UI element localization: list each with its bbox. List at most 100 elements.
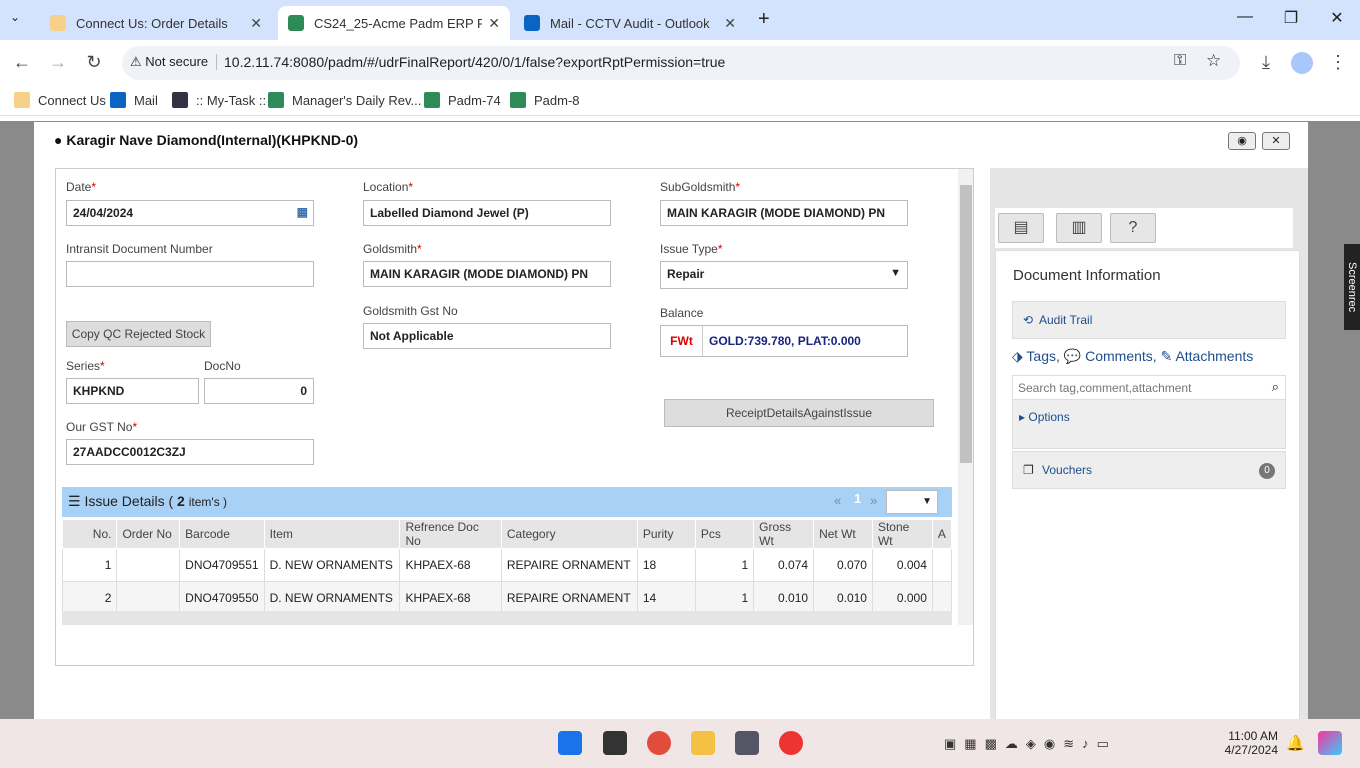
- col-purity[interactable]: Purity: [636, 519, 696, 549]
- copy-qc-rejected-stock-button[interactable]: Copy QC Rejected Stock: [66, 321, 211, 347]
- forward-icon[interactable]: →: [46, 52, 70, 73]
- system-tray-icons[interactable]: ▣▦▩☁◈◉≋♪▭: [944, 736, 1117, 752]
- reload-icon[interactable]: ↻: [82, 52, 106, 73]
- subgoldsmith-input[interactable]: MAIN KARAGIR (MODE DIAMOND) PN: [660, 200, 908, 226]
- camera-app-icon[interactable]: [735, 731, 759, 755]
- series-input[interactable]: KHPKND: [66, 378, 199, 404]
- page-number[interactable]: 1: [854, 491, 861, 506]
- cell-pcs: 1: [694, 548, 755, 582]
- copilot-icon[interactable]: [1318, 731, 1342, 755]
- sticky-notes-icon[interactable]: [603, 731, 627, 755]
- not-secure-badge[interactable]: ⚠ Not secure: [130, 54, 218, 70]
- book-tab[interactable]: ▥: [1056, 213, 1102, 243]
- windows-taskbar: [0, 719, 1360, 768]
- date-input[interactable]: 24/04/2024 ▦: [66, 200, 314, 226]
- issue-details-header: ☰ Issue Details ( 2 item's ) « 1 » ▼: [62, 487, 952, 517]
- clock[interactable]: 11:00 AM 4/27/2024: [1216, 729, 1278, 757]
- notification-bell-icon[interactable]: 🔔: [1286, 734, 1305, 752]
- prev-page-button[interactable]: «: [834, 493, 841, 508]
- col-reference-doc-no[interactable]: Refrence Doc No: [399, 519, 502, 549]
- bookmark-star-icon[interactable]: ☆: [1206, 51, 1221, 71]
- windows-start-icon[interactable]: [558, 731, 582, 755]
- attachments-link[interactable]: Attachments: [1175, 348, 1253, 364]
- bookmark-connect-us[interactable]: Connect Us: [14, 92, 106, 108]
- tags-link[interactable]: Tags,: [1026, 348, 1059, 364]
- close-window-icon[interactable]: ✕: [1322, 8, 1352, 28]
- tab-padm-erp[interactable]: CS24_25-Acme Padm ERP Platfo ✕: [278, 6, 510, 40]
- screenrec-tab[interactable]: Screenrec: [1344, 244, 1360, 330]
- scrollbar-thumb[interactable]: [960, 185, 972, 463]
- tab-title: CS24_25-Acme Padm ERP Platfo: [314, 15, 483, 31]
- options-toggle[interactable]: ▸ Options: [1019, 410, 1070, 424]
- issue-type-select[interactable]: Repair ▼: [660, 261, 908, 289]
- balance-label: Balance: [660, 306, 704, 320]
- cell-reference-doc-no: KHPAEX-68: [399, 548, 502, 582]
- our-gst-input[interactable]: 27AADCC0012C3ZJ: [66, 439, 314, 465]
- tab-connect-us[interactable]: Connect Us: Order Details ✕: [40, 6, 272, 40]
- restore-icon[interactable]: ❐: [1276, 8, 1306, 28]
- close-tab-icon[interactable]: ✕: [488, 15, 500, 32]
- col-barcode[interactable]: Barcode: [179, 519, 265, 549]
- location-input[interactable]: Labelled Diamond Jewel (P): [363, 200, 611, 226]
- help-tab[interactable]: ?: [1110, 213, 1156, 243]
- new-tab-icon[interactable]: +: [758, 8, 770, 31]
- bookmark-padm-74[interactable]: Padm-74: [424, 92, 501, 108]
- tab-outlook[interactable]: Mail - CCTV Audit - Outlook ✕: [514, 6, 746, 40]
- goldsmith-gst-input[interactable]: Not Applicable: [363, 323, 611, 349]
- bookmark-my-task[interactable]: :: My-Task ::: [172, 92, 266, 108]
- col-stone-wt[interactable]: Stone Wt: [871, 519, 933, 549]
- calendar-icon[interactable]: ▦: [297, 205, 308, 219]
- back-icon[interactable]: ←: [10, 52, 34, 73]
- audit-trail-item[interactable]: ⟲ Audit Trail: [1012, 301, 1286, 339]
- next-page-button[interactable]: »: [870, 493, 877, 508]
- visibility-toggle-button[interactable]: ◉: [1228, 132, 1256, 150]
- docno-input[interactable]: 0: [204, 378, 314, 404]
- search-icon[interactable]: ⌕: [1272, 379, 1279, 395]
- col-net-wt[interactable]: Net Wt: [813, 519, 873, 549]
- col-pcs[interactable]: Pcs: [694, 519, 755, 549]
- browser-tab-bar: ⌄ Connect Us: Order Details ✕ CS24_25-Ac…: [0, 0, 1360, 40]
- bookmark-managers-daily[interactable]: Manager's Daily Rev...: [268, 92, 421, 108]
- key-icon[interactable]: ⚿: [1174, 52, 1186, 70]
- menu-kebab-icon[interactable]: ⋮: [1326, 52, 1350, 73]
- table-row[interactable]: 1 DNO4709551 D. NEW ORNAMENTS KHPAEX-68 …: [61, 548, 953, 582]
- document-info-tab[interactable]: ▤: [998, 213, 1044, 243]
- page-size-select[interactable]: ▼: [886, 490, 938, 514]
- col-order-no[interactable]: Order No: [116, 519, 181, 549]
- cell-no: 1: [61, 548, 118, 582]
- omnibox[interactable]: ⚠ Not secure 10.2.11.74:8080/padm/#/udrF…: [122, 46, 1240, 80]
- table-row[interactable]: 2 DNO4709550 D. NEW ORNAMENTS KHPAEX-68 …: [61, 581, 953, 615]
- col-a[interactable]: A: [931, 519, 953, 549]
- cell-net-wt: 0.070: [813, 548, 873, 582]
- bookmark-mail[interactable]: Mail: [110, 92, 158, 108]
- tab-list-icon[interactable]: ⌄: [10, 10, 20, 24]
- cell-item: D. NEW ORNAMENTS: [263, 581, 401, 615]
- intransit-input[interactable]: [66, 261, 314, 287]
- vouchers-item[interactable]: ❐ Vouchers 0: [1012, 451, 1286, 489]
- file-explorer-icon[interactable]: [691, 731, 715, 755]
- chevron-down-icon: ▼: [890, 267, 901, 279]
- col-no[interactable]: No.: [61, 519, 118, 549]
- col-category[interactable]: Category: [500, 519, 638, 549]
- bookmark-favicon: [268, 92, 284, 108]
- receipt-details-against-issue-button[interactable]: ReceiptDetailsAgainstIssue: [664, 399, 934, 427]
- profile-avatar[interactable]: [1291, 52, 1313, 74]
- chrome-icon[interactable]: [647, 731, 671, 755]
- form-scrollbar[interactable]: [958, 169, 973, 625]
- series-label: Series*: [66, 359, 105, 373]
- search-input[interactable]: Search tag,comment,attachment ⌕: [1013, 376, 1285, 400]
- minimize-icon[interactable]: —: [1230, 8, 1260, 26]
- cell-pcs: 1: [694, 581, 755, 615]
- wps-office-icon[interactable]: [779, 731, 803, 755]
- comments-link[interactable]: Comments,: [1085, 348, 1157, 364]
- col-gross-wt[interactable]: Gross Wt: [753, 519, 815, 549]
- download-icon[interactable]: ⤓: [1254, 52, 1278, 73]
- close-tab-icon[interactable]: ✕: [724, 15, 736, 32]
- goldsmith-input[interactable]: MAIN KARAGIR (MODE DIAMOND) PN: [363, 261, 611, 287]
- close-modal-button[interactable]: ✕: [1262, 132, 1290, 150]
- url-text[interactable]: 10.2.11.74:8080/padm/#/udrFinalReport/42…: [224, 54, 725, 70]
- tags-comments-attachments[interactable]: ⬗ Tags, 💬 Comments, ✎ Attachments: [1012, 348, 1253, 365]
- col-item[interactable]: Item: [263, 519, 401, 549]
- close-tab-icon[interactable]: ✕: [250, 15, 262, 32]
- bookmark-padm-8[interactable]: Padm-8: [510, 92, 580, 108]
